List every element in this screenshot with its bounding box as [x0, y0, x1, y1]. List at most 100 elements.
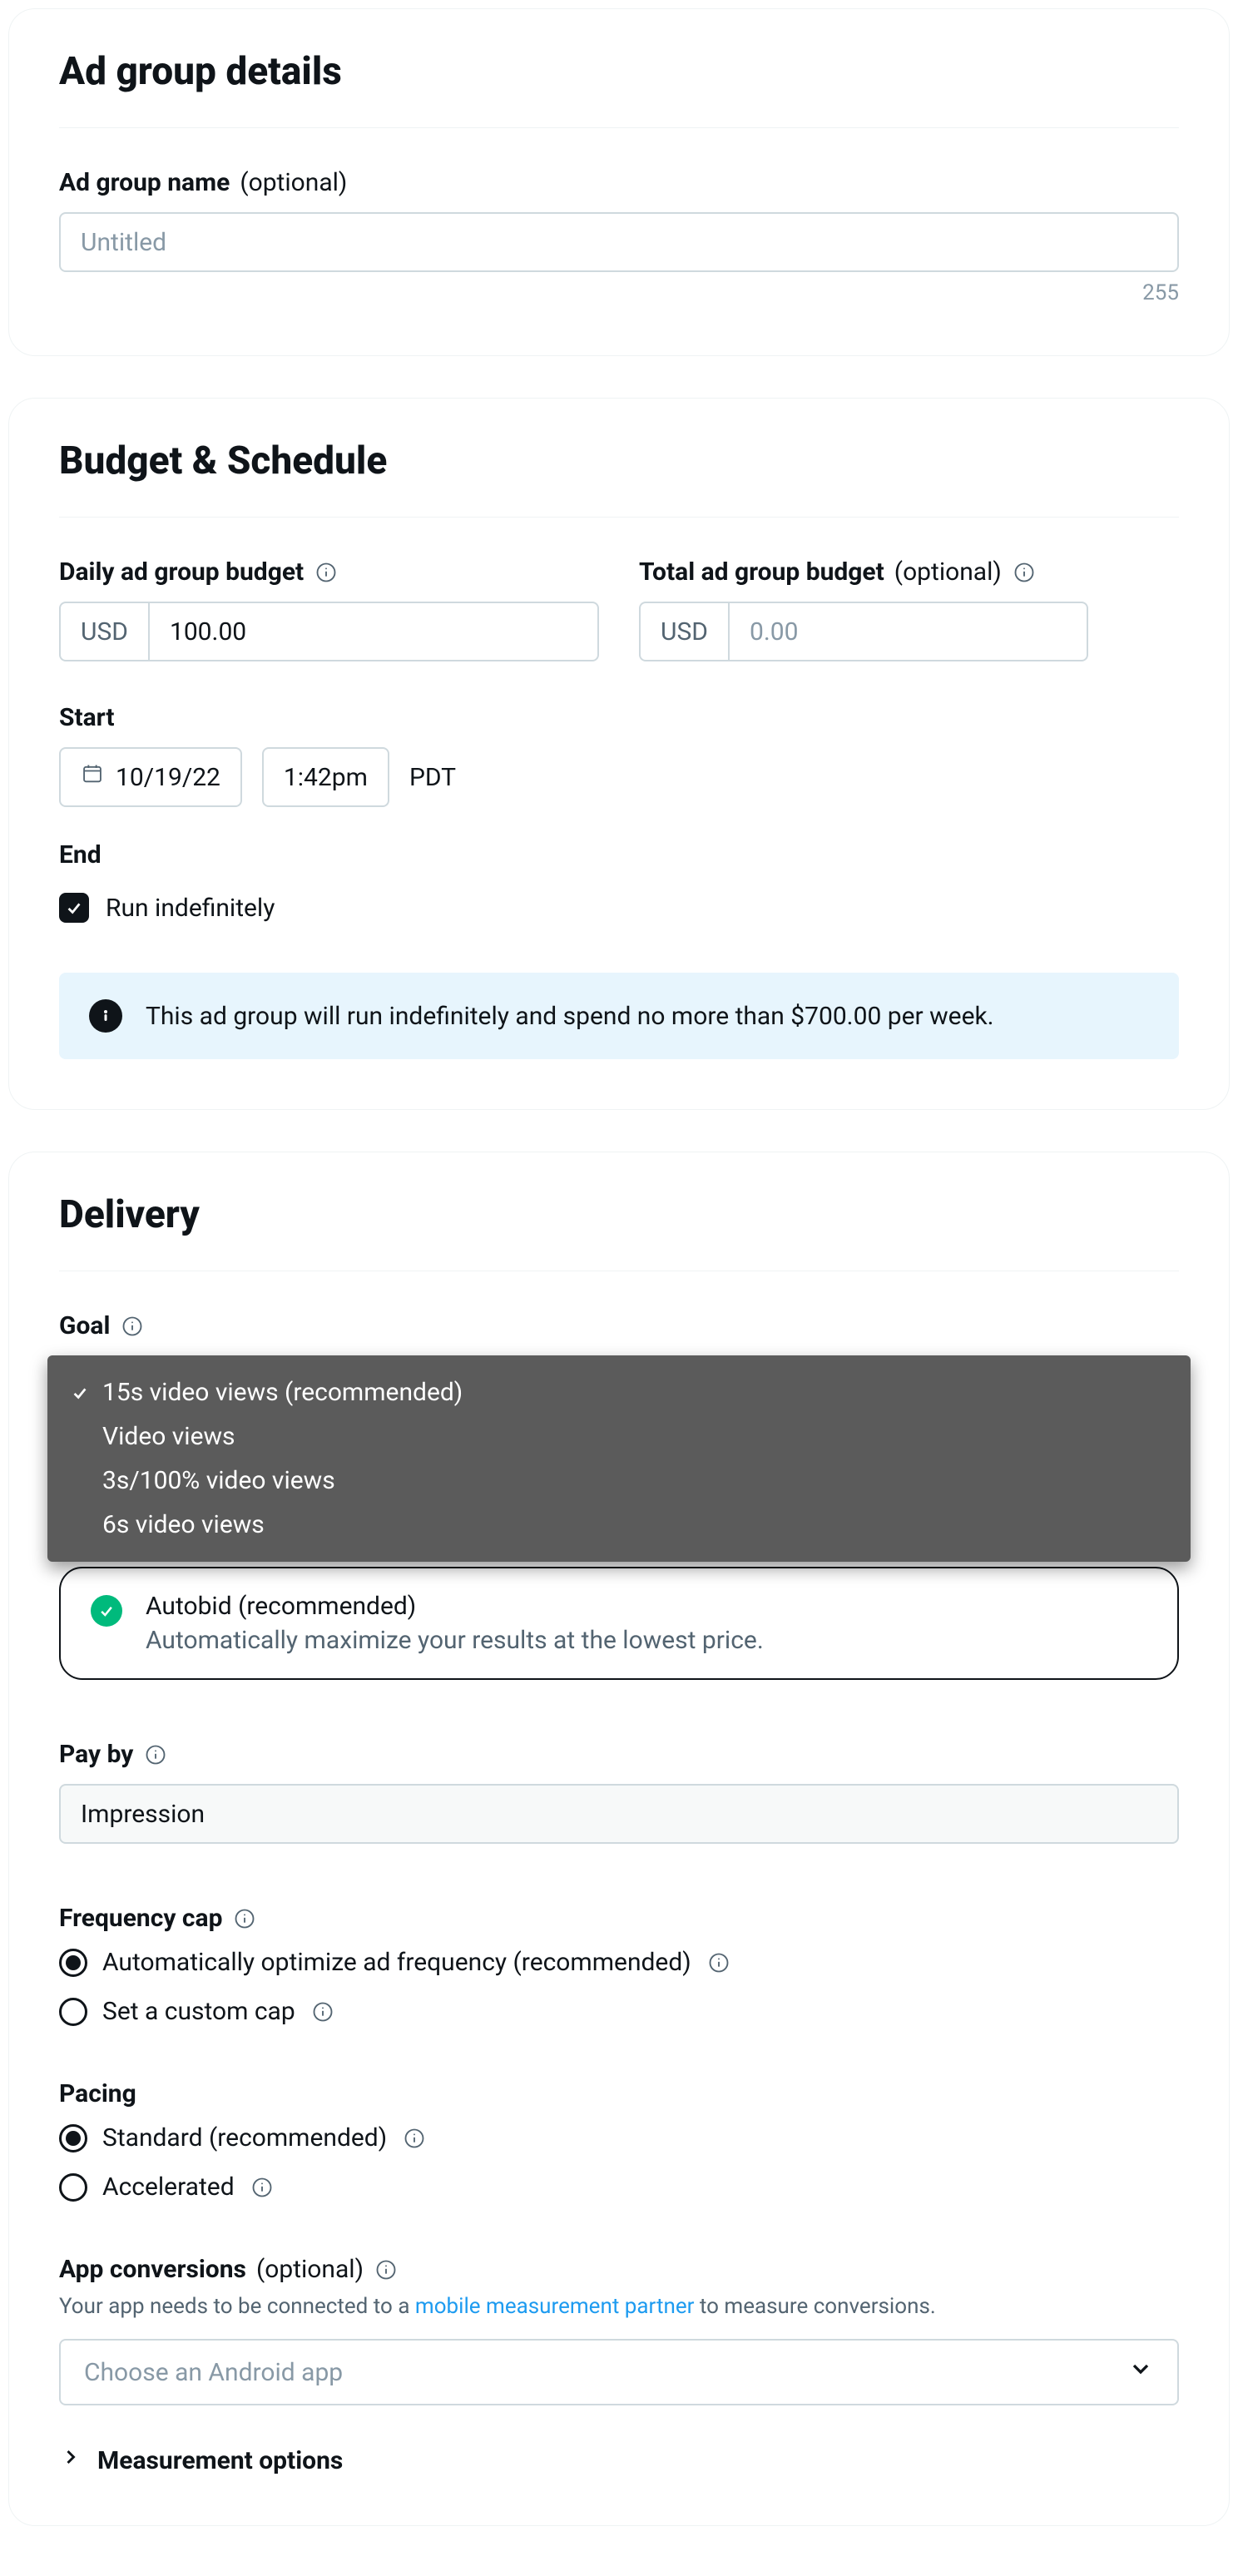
radio-icon: [59, 1998, 87, 2026]
delivery-title: Delivery: [59, 1192, 1179, 1237]
start-label: Start: [59, 703, 115, 732]
info-icon[interactable]: [402, 2126, 427, 2151]
ad-group-name-optional: (optional): [240, 168, 347, 197]
run-indef-checkbox[interactable]: [59, 893, 89, 923]
check-icon: [69, 1384, 91, 1402]
divider: [59, 127, 1179, 128]
start-time-value: 1:42pm: [284, 763, 368, 792]
run-indef-row[interactable]: Run indefinitely: [59, 893, 1179, 923]
info-icon[interactable]: [250, 2175, 275, 2200]
goal-option-6s[interactable]: 6s video views: [47, 1503, 1191, 1547]
freq-custom-radio[interactable]: Set a custom cap: [59, 1997, 1179, 2026]
app-conv-label-text: App conversions: [59, 2255, 246, 2284]
pacing-label: Pacing: [59, 2079, 136, 2108]
daily-budget-label-text: Daily ad group budget: [59, 557, 304, 587]
goal-option-label: 6s video views: [102, 1510, 265, 1539]
daily-budget-label: Daily ad group budget: [59, 557, 339, 587]
daily-budget-input[interactable]: [148, 602, 599, 661]
delivery-card: Delivery Goal 15s video views (recommend…: [8, 1152, 1230, 2526]
freq-label-text: Frequency cap: [59, 1904, 222, 1933]
ad-group-name-charcount: 255: [59, 280, 1179, 305]
freq-auto-radio[interactable]: Automatically optimize ad frequency (rec…: [59, 1948, 1179, 1977]
freq-label: Frequency cap: [59, 1904, 257, 1933]
info-icon[interactable]: [374, 2257, 399, 2282]
ad-group-details-title: Ad group details: [59, 49, 1179, 94]
mmp-link[interactable]: mobile measurement partner: [415, 2294, 695, 2319]
goal-option-3s100[interactable]: 3s/100% video views: [47, 1459, 1191, 1503]
app-helper-pre: Your app needs to be connected to a: [59, 2294, 415, 2319]
start-date-value: 10/19/22: [116, 763, 220, 792]
info-icon[interactable]: [143, 1742, 168, 1767]
total-budget-input[interactable]: [728, 602, 1088, 661]
chevron-right-icon: [59, 2445, 82, 2475]
goal-option-label: Video views: [102, 1422, 235, 1451]
budget-row: Daily ad group budget USD Total ad group…: [59, 557, 1179, 661]
budget-schedule-title: Budget & Schedule: [59, 438, 1179, 483]
ad-group-name-label-text: Ad group name: [59, 168, 230, 197]
app-conv-label: App conversions (optional): [59, 2255, 399, 2284]
start-time-picker[interactable]: 1:42pm: [262, 747, 389, 807]
pacing-accel-radio[interactable]: Accelerated: [59, 2172, 1179, 2202]
total-budget-label: Total ad group budget (optional): [639, 557, 1037, 587]
info-icon[interactable]: [310, 1999, 335, 2024]
autobid-text: Autobid (recommended) Automatically maxi…: [146, 1592, 764, 1655]
payby-value: Impression: [81, 1800, 205, 1829]
ad-group-details-card: Ad group details Ad group name (optional…: [8, 8, 1230, 356]
schedule-info-banner: This ad group will run indefinitely and …: [59, 973, 1179, 1059]
freq-custom-label: Set a custom cap: [102, 1997, 295, 2026]
daily-budget-col: Daily ad group budget USD: [59, 557, 599, 661]
app-conv-helper: Your app needs to be connected to a mobi…: [59, 2294, 1179, 2319]
total-budget-group: USD: [639, 602, 1047, 661]
total-budget-label-text: Total ad group budget: [639, 557, 884, 587]
calendar-icon: [81, 762, 104, 792]
app-helper-post: to measure conversions.: [694, 2294, 935, 2319]
budget-schedule-card: Budget & Schedule Daily ad group budget …: [8, 398, 1230, 1110]
divider: [59, 517, 1179, 518]
autobid-card[interactable]: Autobid (recommended) Automatically maxi…: [59, 1567, 1179, 1680]
goal-option-label: 3s/100% video views: [102, 1466, 335, 1495]
pacing-standard-radio[interactable]: Standard (recommended): [59, 2123, 1179, 2152]
daily-budget-currency: USD: [59, 602, 148, 661]
ad-group-name-field: Ad group name (optional) 255: [59, 168, 1179, 305]
pacing-standard-label: Standard (recommended): [102, 2123, 387, 2152]
daily-budget-group: USD: [59, 602, 599, 661]
payby-label-text: Pay by: [59, 1740, 133, 1769]
start-datetime-row: 10/19/22 1:42pm PDT: [59, 747, 1179, 807]
total-budget-optional: (optional): [894, 557, 1002, 587]
schedule-banner-text: This ad group will run indefinitely and …: [146, 1002, 994, 1031]
info-icon[interactable]: [706, 1950, 731, 1975]
measurement-options-label: Measurement options: [97, 2446, 343, 2475]
info-icon: [89, 999, 122, 1033]
start-field: Start 10/19/22 1:42pm PDT: [59, 703, 1179, 807]
autobid-desc: Automatically maximize your results at t…: [146, 1626, 764, 1655]
info-icon[interactable]: [1012, 560, 1037, 585]
ad-group-name-input[interactable]: [59, 212, 1179, 272]
end-field: End Run indefinitely: [59, 840, 1179, 923]
app-select-placeholder: Choose an Android app: [84, 2358, 343, 2387]
measurement-options-toggle[interactable]: Measurement options: [59, 2445, 1179, 2475]
goal-select-container: 15s video views (recommended) Video view…: [59, 1355, 1179, 1552]
total-budget-col: Total ad group budget (optional) USD: [639, 557, 1179, 661]
freq-auto-label: Automatically optimize ad frequency (rec…: [102, 1948, 691, 1977]
info-icon[interactable]: [314, 560, 339, 585]
start-date-picker[interactable]: 10/19/22: [59, 747, 242, 807]
autobid-title: Autobid (recommended): [146, 1592, 764, 1621]
payby-select[interactable]: Impression: [59, 1784, 1179, 1844]
check-circle-icon: [91, 1595, 122, 1627]
radio-icon: [59, 1949, 87, 1977]
goal-option-15s[interactable]: 15s video views (recommended): [47, 1370, 1191, 1414]
info-icon[interactable]: [232, 1906, 257, 1931]
end-label: End: [59, 840, 102, 869]
goal-label: Goal: [59, 1311, 145, 1340]
goal-label-text: Goal: [59, 1311, 110, 1340]
info-icon[interactable]: [120, 1314, 145, 1339]
app-select[interactable]: Choose an Android app: [59, 2339, 1179, 2405]
total-budget-currency: USD: [639, 602, 728, 661]
radio-icon: [59, 2124, 87, 2152]
goal-option-video-views[interactable]: Video views: [47, 1414, 1191, 1459]
run-indef-label: Run indefinitely: [106, 894, 275, 923]
goal-dropdown: 15s video views (recommended) Video view…: [47, 1355, 1191, 1562]
chevron-down-icon: [1127, 2356, 1154, 2389]
ad-group-name-label: Ad group name (optional): [59, 168, 347, 197]
pacing-accel-label: Accelerated: [102, 2172, 235, 2202]
